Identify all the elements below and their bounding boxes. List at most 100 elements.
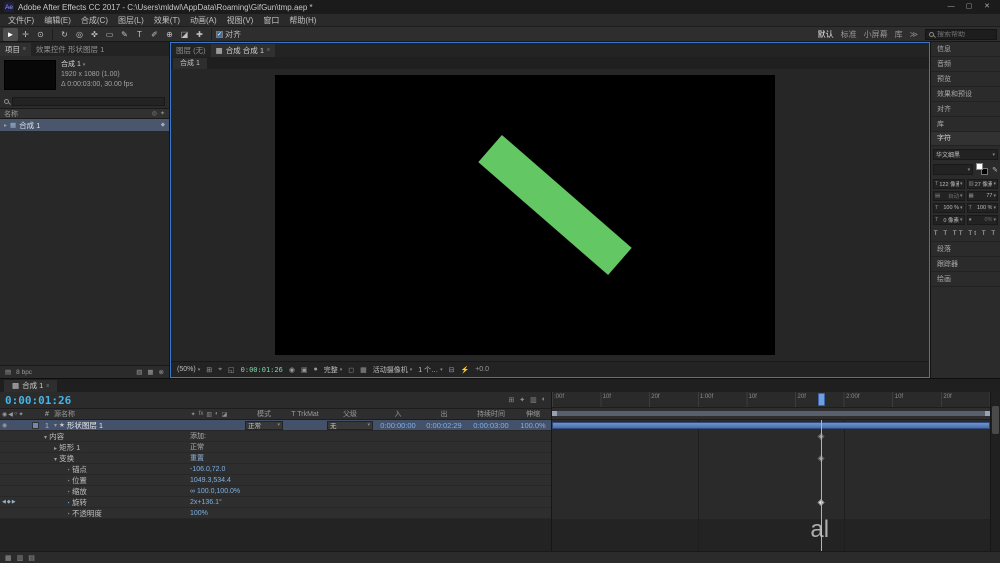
group-blend-mode-select[interactable]: 正常	[190, 442, 204, 453]
menu-composition[interactable]: 合成(C)	[76, 14, 113, 27]
menu-edit[interactable]: 编辑(E)	[39, 14, 76, 27]
layer-in-value[interactable]: 0:00:00:00	[375, 421, 421, 430]
exposure-value[interactable]: +0.0	[475, 366, 489, 373]
work-area-bar[interactable]	[552, 411, 990, 416]
trkmat-column[interactable]: T TrkMat	[285, 411, 325, 418]
stopwatch-icon[interactable]: ◔	[66, 511, 70, 518]
panel-menu-icon[interactable]: ≡	[267, 44, 270, 57]
stretch-column[interactable]: 伸缩	[515, 409, 551, 419]
expand-arrow-icon[interactable]: ▾	[54, 457, 57, 463]
shy-layers-icon[interactable]: ✦	[519, 396, 525, 404]
layer-stretch-value[interactable]: 100.0%	[515, 421, 551, 430]
fast-preview-icon[interactable]: ⚡	[460, 366, 469, 374]
fill-color-swatch[interactable]	[976, 163, 984, 170]
motion-blur-icon[interactable]: ◐	[542, 396, 546, 404]
font-size-field[interactable]: T 122 像素 ▾	[933, 179, 965, 189]
property-name[interactable]: 锚点	[72, 465, 87, 474]
layer-duration-value[interactable]: 0:00:03:00	[467, 421, 515, 430]
property-row-anchor-point[interactable]: ◔ 锚点 -106.0,72.0	[0, 464, 551, 475]
hand-tool-icon[interactable]: ✛	[18, 28, 33, 41]
previous-keyframe-icon[interactable]: ◀	[2, 499, 6, 505]
link-icon[interactable]: ∞	[190, 488, 195, 495]
menu-layer[interactable]: 图层(L)	[113, 14, 149, 27]
transparency-grid-icon[interactable]: ▦	[360, 366, 367, 374]
tab-project[interactable]: 项目 ≡	[0, 43, 31, 56]
stopwatch-icon[interactable]: ◔	[66, 467, 70, 474]
track-area[interactable]: al	[552, 420, 990, 551]
current-time-indicator-handle[interactable]	[818, 393, 826, 406]
region-of-interest-icon[interactable]: ◻	[348, 366, 354, 374]
pan-behind-tool-icon[interactable]: ✜	[87, 28, 102, 41]
property-name[interactable]: 不透明度	[72, 509, 102, 518]
minimize-button[interactable]: —	[942, 0, 960, 14]
tab-composition-viewer[interactable]: ▦ 合成 合成 1 ≡	[210, 44, 275, 57]
workspace-libraries[interactable]: 库	[895, 29, 903, 40]
layer-name[interactable]: 形状图层 1	[67, 420, 103, 431]
interpret-footage-icon[interactable]: ▤	[5, 368, 11, 376]
color-depth-label[interactable]: 8 bpc	[16, 369, 32, 376]
workspace-standard[interactable]: 标准	[841, 29, 857, 40]
property-row-position[interactable]: ◔ 位置 1049.3,534.4	[0, 475, 551, 486]
toggle-transfer-controls-pane-icon[interactable]: ▥	[17, 554, 24, 562]
workspace-default[interactable]: 默认	[818, 29, 834, 40]
source-name-column[interactable]: 源名称	[54, 409, 175, 419]
current-timecode[interactable]: 0:00:01:26	[5, 394, 71, 407]
property-name[interactable]: 矩形 1	[59, 443, 80, 452]
layer-duration-bar[interactable]	[552, 422, 990, 429]
font-style-select[interactable]: ▾	[933, 164, 974, 175]
chevron-right-icon[interactable]: ▸	[4, 122, 7, 129]
snap-toggle[interactable]: ✓ 对齐	[216, 29, 241, 40]
show-snapshot-icon[interactable]: ▣	[301, 366, 308, 374]
maximize-button[interactable]: ▢	[960, 0, 978, 14]
brush-tool-icon[interactable]: ✐	[147, 28, 162, 41]
property-row-rotation[interactable]: ◀ ◆ ▶ ◔ 旋转 2x+136.1°	[0, 497, 551, 508]
menu-file[interactable]: 文件(F)	[3, 14, 39, 27]
tab-effect-controls[interactable]: 效果控件 形状图层 1	[31, 43, 109, 56]
snapshot-icon[interactable]: ◉	[289, 366, 295, 374]
add-button[interactable]: 添加:	[190, 431, 206, 442]
reset-button[interactable]: 重置	[190, 453, 204, 464]
tracking-field[interactable]: ▦ 77 ▾	[966, 191, 998, 201]
scale-value[interactable]: ∞ 100.0,100.0%	[190, 486, 240, 497]
stopwatch-icon[interactable]: ◔	[66, 478, 70, 485]
panel-menu-icon[interactable]: ≡	[23, 43, 26, 56]
menu-animation[interactable]: 动画(A)	[185, 14, 222, 27]
pen-tool-icon[interactable]: ✎	[117, 28, 132, 41]
leading-field[interactable]: ▤ 自动 ▾	[933, 191, 965, 201]
selection-tool-icon[interactable]: ►	[3, 27, 18, 41]
panel-tab-libraries[interactable]: 库	[931, 117, 1000, 132]
panel-tab-paint[interactable]: 绘画	[931, 272, 1000, 287]
scrollbar-thumb[interactable]	[992, 406, 999, 434]
mode-column[interactable]: 模式	[243, 409, 285, 419]
font-family-select[interactable]: 华文细黑 ▾	[933, 149, 998, 160]
mini-flowchart-icon[interactable]: ⊞	[508, 396, 514, 404]
comp-name[interactable]: 合成 1	[61, 61, 81, 68]
zoom-tool-icon[interactable]: ⊙	[33, 28, 48, 41]
property-name[interactable]: 旋转	[72, 498, 87, 507]
rotation-value[interactable]: 2x+136.1°	[190, 497, 222, 508]
position-value[interactable]: 1049.3,534.4	[190, 475, 231, 486]
stroke-width-field[interactable]: ▥ 27 像素 ▾	[966, 179, 998, 189]
time-ruler[interactable]: :00f 10f 20f 1:00f 10f 20f 2:00f 10f 20f	[552, 392, 990, 408]
snap-checkbox-icon[interactable]: ✓	[216, 30, 223, 38]
ruler-crosshair-icon[interactable]: ⌖	[218, 366, 222, 374]
panel-tab-preview[interactable]: 预览	[931, 72, 1000, 87]
new-folder-icon[interactable]: ▧	[136, 368, 142, 376]
property-name[interactable]: 位置	[72, 476, 87, 485]
timeline-tab-comp-1[interactable]: ▦ 合成 1 ≡	[4, 380, 58, 392]
label-color-swatch[interactable]	[31, 421, 39, 429]
frame-blending-icon[interactable]: ▥	[530, 396, 537, 404]
parent-column[interactable]: 父级	[325, 409, 375, 419]
tab-layer-viewer[interactable]: 图层 (无)	[171, 44, 211, 57]
shape-tool-icon[interactable]: ▭	[102, 28, 117, 41]
close-button[interactable]: ✕	[978, 0, 996, 14]
property-name[interactable]: 缩放	[72, 487, 87, 496]
eye-icon[interactable]: ◉	[2, 422, 7, 429]
property-row-opacity[interactable]: ◔ 不透明度 100%	[0, 508, 551, 519]
new-composition-icon[interactable]: ▦	[147, 368, 153, 376]
workspace-small-screen[interactable]: 小屏幕	[864, 29, 888, 40]
expand-arrow-icon[interactable]: ▾	[54, 422, 57, 429]
help-search-input[interactable]	[937, 30, 993, 38]
name-column-header[interactable]: 名称	[4, 109, 18, 119]
comp-mini-tab[interactable]: 合成 1	[173, 58, 207, 69]
